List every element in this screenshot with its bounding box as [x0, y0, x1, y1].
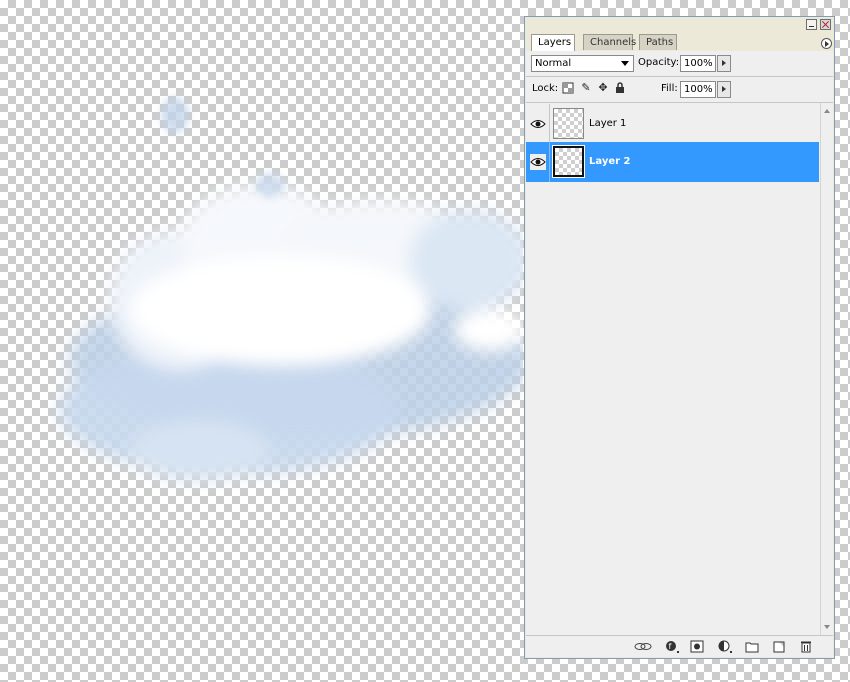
panel-menu-icon[interactable] [821, 38, 832, 49]
blend-mode-select[interactable]: Normal [531, 55, 634, 72]
tab-channels[interactable]: Channels [583, 34, 636, 50]
link-icon[interactable] [634, 640, 652, 653]
document-canvas[interactable] [0, 0, 523, 682]
opacity-label: Opacity: [638, 57, 680, 68]
eye-icon[interactable] [530, 154, 546, 170]
opacity-field[interactable]: 100% [680, 55, 716, 72]
layer-row-1[interactable]: Layer 1 [526, 104, 819, 144]
layer-thumbnail [553, 108, 584, 139]
divider [549, 142, 550, 182]
divider [549, 104, 550, 144]
fill-slider-button[interactable] [717, 81, 731, 98]
layer-style-icon[interactable]: f [665, 640, 679, 653]
layers-list: Layer 1 Layer 2 [526, 103, 821, 635]
tab-layers[interactable]: Layers [531, 34, 575, 51]
panel-titlebar[interactable] [525, 17, 834, 33]
layer-name[interactable]: Layer 2 [589, 155, 630, 169]
tab-paths[interactable]: Paths [639, 34, 677, 50]
layer-thumbnail [552, 145, 585, 178]
fill-field[interactable]: 100% [680, 81, 716, 98]
adjustment-layer-icon[interactable] [718, 640, 732, 653]
divider [526, 76, 833, 77]
close-icon[interactable] [820, 19, 831, 30]
panel-tabs: Layers Channels Paths [531, 34, 814, 51]
chevron-down-icon [621, 61, 629, 66]
layers-panel: Layers Channels Paths Normal Opacity: 10… [524, 16, 835, 659]
new-group-icon[interactable] [745, 640, 759, 653]
layers-scrollbar[interactable] [820, 103, 833, 635]
lock-all-icon[interactable] [614, 82, 626, 94]
lock-position-icon[interactable]: ✥ [597, 82, 609, 94]
minimize-icon[interactable] [806, 19, 817, 30]
lock-image-icon[interactable]: ✎ [580, 82, 592, 94]
lock-row: Lock: ✎ ✥ Fill: 100% [530, 80, 829, 100]
trash-icon[interactable] [799, 640, 813, 653]
cloud-image [60, 97, 523, 480]
opacity-slider-button[interactable] [717, 55, 731, 72]
svg-text:f: f [669, 642, 672, 651]
lock-label: Lock: [532, 83, 559, 94]
new-layer-icon[interactable] [772, 640, 786, 653]
blend-row: Normal Opacity: 100% [530, 54, 829, 74]
panel-bottom-bar: f [526, 635, 833, 657]
lock-transparent-icon[interactable] [562, 82, 574, 94]
scroll-down-icon[interactable] [824, 625, 830, 629]
panel-body: Normal Opacity: 100% Lock: ✎ ✥ Fill: 100… [526, 51, 833, 657]
layer-name[interactable]: Layer 1 [589, 117, 626, 131]
eye-icon[interactable] [530, 116, 546, 132]
layer-row-2[interactable]: Layer 2 [526, 142, 819, 182]
scroll-up-icon[interactable] [824, 109, 830, 113]
blend-mode-value: Normal [535, 58, 572, 69]
fill-label: Fill: [661, 83, 678, 94]
add-mask-icon[interactable] [690, 640, 704, 653]
